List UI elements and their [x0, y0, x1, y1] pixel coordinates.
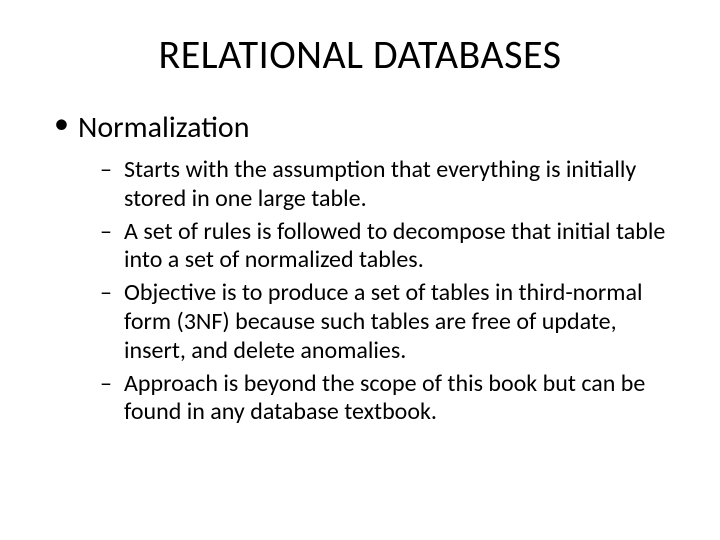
- list-item: Objective is to produce a set of tables …: [100, 279, 680, 365]
- bullet-list-level1: Normalization Starts with the assumption…: [50, 109, 680, 427]
- list-item-text: Approach is beyond the scope of this boo…: [124, 369, 645, 427]
- list-item-text: Starts with the assumption that everythi…: [124, 155, 636, 213]
- slide-title: RELATIONAL DATABASES: [40, 30, 680, 79]
- list-item: Starts with the assumption that everythi…: [100, 156, 680, 214]
- list-item-text: A set of rules is followed to decompose …: [124, 217, 665, 275]
- list-item: Normalization Starts with the assumption…: [50, 109, 680, 427]
- list-item: Approach is beyond the scope of this boo…: [100, 370, 680, 428]
- bullet-list-level2: Starts with the assumption that everythi…: [100, 156, 680, 427]
- list-item: A set of rules is followed to decompose …: [100, 218, 680, 276]
- slide: RELATIONAL DATABASES Normalization Start…: [0, 0, 720, 540]
- list-item-text: Objective is to produce a set of tables …: [124, 278, 642, 365]
- list-item-label: Normalization: [78, 109, 250, 146]
